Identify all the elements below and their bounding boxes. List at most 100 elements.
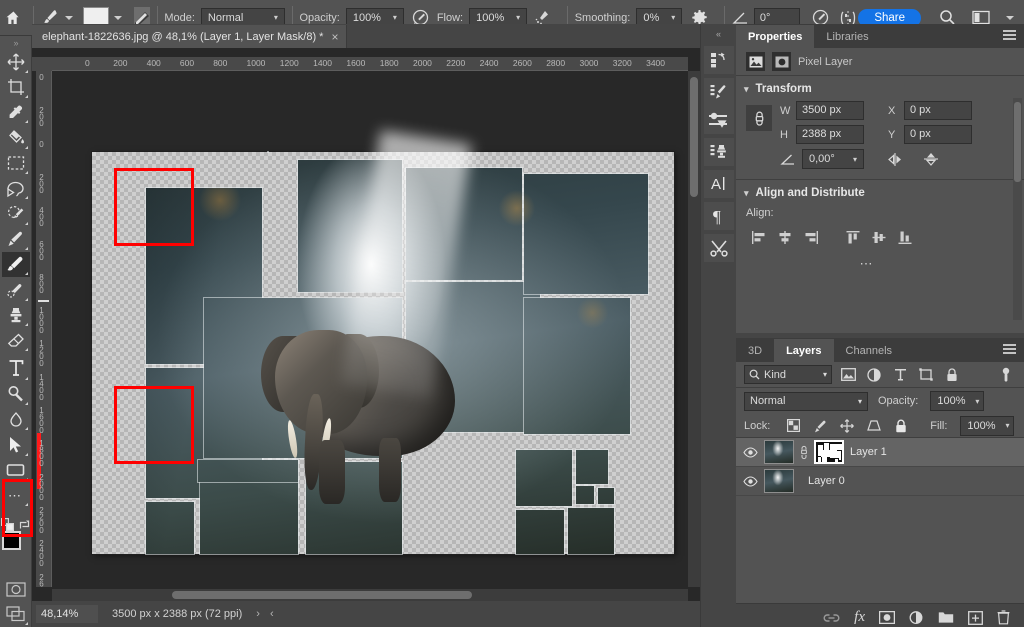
canvas-horizontal-scrollbar[interactable] bbox=[52, 589, 688, 601]
layer-fill-input[interactable]: 100% ▾ bbox=[960, 416, 1014, 436]
align-middle-vertical-icon[interactable] bbox=[866, 226, 892, 248]
layer-thumbnail[interactable] bbox=[764, 440, 794, 464]
chevron-left-icon[interactable]: ‹ bbox=[270, 608, 274, 620]
move-tool[interactable] bbox=[2, 49, 30, 74]
layer-blend-mode-select[interactable]: Normal ▾ bbox=[744, 392, 868, 411]
expand-arrows-icon[interactable]: » bbox=[0, 36, 31, 49]
filter-pixel-icon[interactable] bbox=[838, 365, 858, 385]
x-input[interactable]: 0 px bbox=[904, 101, 972, 120]
height-input[interactable]: 2388 px bbox=[796, 125, 864, 144]
layer-filter-kind-select[interactable]: Kind ▾ bbox=[744, 365, 832, 384]
canvas-viewport[interactable] bbox=[56, 72, 688, 596]
tab-3d[interactable]: 3D bbox=[736, 339, 774, 362]
link-aspect-icon[interactable] bbox=[746, 105, 772, 131]
tab-properties[interactable]: Properties bbox=[736, 25, 814, 48]
lock-artboard-icon[interactable] bbox=[864, 416, 884, 436]
filter-shape-icon[interactable] bbox=[916, 365, 936, 385]
eye-icon[interactable] bbox=[742, 476, 758, 487]
document-tab[interactable]: elephant-1822636.jpg @ 48,1% (Layer 1, L… bbox=[32, 25, 347, 48]
quick-mask-button[interactable] bbox=[2, 576, 30, 601]
rectangular-marquee-tool[interactable] bbox=[2, 151, 30, 176]
align-right-icon[interactable] bbox=[798, 226, 824, 248]
blur-tool[interactable] bbox=[2, 407, 30, 432]
swap-colors-icon[interactable] bbox=[18, 518, 31, 531]
y-input[interactable]: 0 px bbox=[904, 125, 972, 144]
brush-tool[interactable] bbox=[2, 252, 30, 277]
type-tool[interactable] bbox=[2, 353, 30, 381]
lock-image-icon[interactable] bbox=[810, 416, 830, 436]
clone-stamp-tool[interactable] bbox=[2, 303, 30, 328]
align-top-icon[interactable] bbox=[840, 226, 866, 248]
tab-layers[interactable]: Layers bbox=[774, 339, 833, 362]
quick-selection-tool[interactable] bbox=[2, 201, 30, 226]
rail-collapse-icon[interactable]: « bbox=[701, 24, 736, 44]
delete-layer-icon[interactable] bbox=[997, 610, 1010, 625]
new-layer-icon[interactable] bbox=[968, 611, 983, 625]
lock-position-icon[interactable] bbox=[837, 416, 857, 436]
clone-source-panel-icon[interactable] bbox=[704, 138, 734, 166]
align-bottom-icon[interactable] bbox=[892, 226, 918, 248]
scrollbar-thumb[interactable] bbox=[1014, 102, 1021, 182]
link-layers-icon[interactable] bbox=[823, 612, 840, 624]
add-mask-icon[interactable] bbox=[879, 611, 895, 624]
flip-horizontal-icon[interactable] bbox=[884, 149, 906, 169]
chevron-right-icon[interactable]: › bbox=[256, 608, 260, 620]
lasso-tool[interactable] bbox=[2, 176, 30, 201]
lock-all-icon[interactable] bbox=[891, 416, 911, 436]
width-input[interactable]: 3500 px bbox=[796, 101, 864, 120]
lock-transparent-icon[interactable] bbox=[783, 416, 803, 436]
tool-presets-panel-icon[interactable] bbox=[704, 234, 734, 262]
layer-thumbnail[interactable] bbox=[764, 469, 794, 493]
home-button[interactable] bbox=[0, 10, 26, 26]
history-brush-tool[interactable] bbox=[2, 277, 30, 302]
brush-settings-panel-icon[interactable] bbox=[704, 106, 734, 134]
layer-name[interactable]: Layer 0 bbox=[808, 475, 845, 487]
filter-smart-object-icon[interactable] bbox=[942, 365, 962, 385]
scrollbar-thumb[interactable] bbox=[172, 591, 472, 599]
link-icon[interactable] bbox=[800, 445, 808, 460]
align-center-horizontal-icon[interactable] bbox=[772, 226, 798, 248]
dodge-tool[interactable] bbox=[2, 382, 30, 407]
eyedropper-tool[interactable] bbox=[2, 100, 30, 125]
character-panel-icon[interactable]: A bbox=[704, 170, 734, 198]
layer-opacity-input[interactable]: 100% ▾ bbox=[930, 391, 984, 411]
brush-size-caret-icon[interactable] bbox=[114, 16, 122, 20]
flip-vertical-icon[interactable] bbox=[920, 149, 942, 169]
align-left-icon[interactable] bbox=[746, 226, 772, 248]
zoom-level-field[interactable]: 48,14% bbox=[36, 605, 98, 623]
new-group-icon[interactable] bbox=[938, 611, 954, 624]
paint-bucket-tool[interactable] bbox=[2, 125, 30, 150]
align-more-options[interactable]: ⋯ bbox=[746, 256, 1014, 272]
layer-style-fx-icon[interactable]: fx bbox=[854, 609, 865, 626]
close-icon[interactable]: × bbox=[331, 30, 338, 44]
filter-toggle-icon[interactable] bbox=[996, 365, 1016, 385]
rectangle-tool[interactable] bbox=[2, 458, 30, 483]
canvas-vertical-scrollbar[interactable] bbox=[688, 71, 700, 587]
properties-scrollbar[interactable] bbox=[1013, 98, 1022, 320]
workspace-icon[interactable] bbox=[972, 10, 990, 25]
brush-preset-caret-icon[interactable] bbox=[65, 16, 73, 20]
default-colors-icon[interactable] bbox=[1, 518, 14, 531]
eye-icon[interactable] bbox=[742, 447, 758, 458]
foreground-color-swatch[interactable] bbox=[2, 531, 21, 550]
filter-adjustment-icon[interactable] bbox=[864, 365, 884, 385]
panel-menu-icon[interactable] bbox=[1003, 344, 1016, 356]
path-selection-tool[interactable] bbox=[2, 432, 30, 457]
eraser-tool[interactable] bbox=[2, 328, 30, 353]
edit-toolbar-button[interactable]: ⋯ bbox=[2, 483, 30, 508]
filter-type-icon[interactable] bbox=[890, 365, 910, 385]
healing-brush-tool[interactable] bbox=[2, 227, 30, 252]
scrollbar-thumb[interactable] bbox=[690, 77, 698, 197]
tab-libraries[interactable]: Libraries bbox=[814, 25, 880, 48]
brushes-panel-icon[interactable] bbox=[704, 78, 734, 106]
panel-menu-icon[interactable] bbox=[1003, 30, 1016, 42]
layer-mask-thumbnail[interactable] bbox=[814, 440, 844, 464]
crop-tool[interactable] bbox=[2, 75, 30, 100]
transform-section-title[interactable]: ▾ Transform bbox=[736, 76, 1024, 97]
workspace-caret-icon[interactable] bbox=[1006, 16, 1014, 20]
table-row[interactable]: Layer 1 bbox=[736, 438, 1024, 467]
angle-input[interactable]: 0,00° ▾ bbox=[802, 149, 864, 169]
layer-name[interactable]: Layer 1 bbox=[850, 446, 887, 458]
paragraph-panel-icon[interactable]: ¶ bbox=[704, 202, 734, 230]
screen-mode-button[interactable] bbox=[2, 602, 30, 627]
